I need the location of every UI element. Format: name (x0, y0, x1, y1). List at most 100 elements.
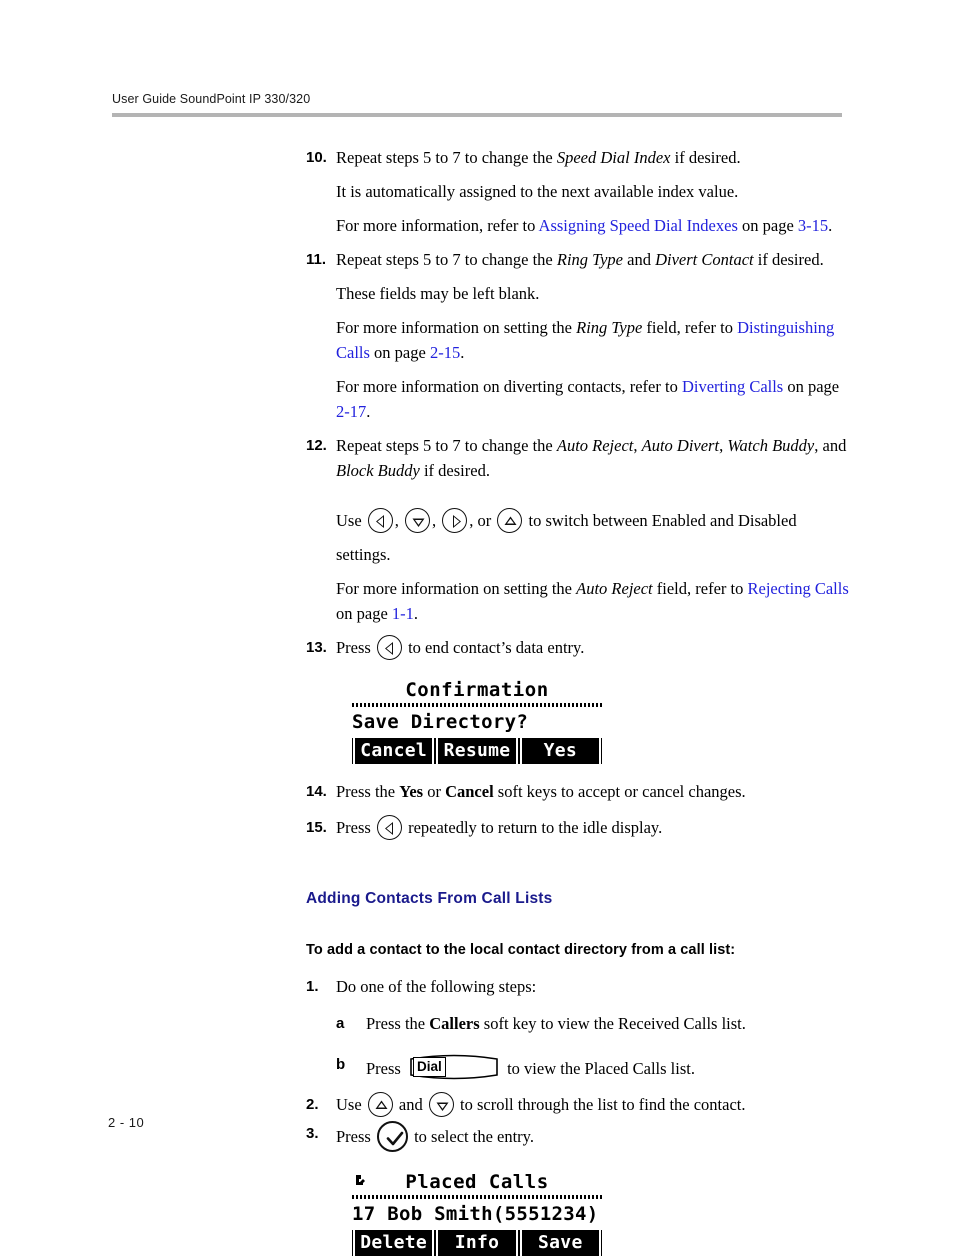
step-15: 15. Press repeatedly to return to the id… (0, 815, 954, 840)
dial-key[interactable]: Dial (408, 1052, 500, 1082)
arrow-left-key-icon[interactable] (376, 635, 402, 660)
step-12-term-block-buddy: Block Buddy (336, 461, 420, 480)
lcd-placed-calls-title-row: Placed Calls (352, 1169, 602, 1195)
step-12-use-tail: to switch between Enabled and Disabled (524, 511, 797, 530)
step-12-c1: , (633, 436, 642, 455)
softkey-yes[interactable]: Yes (519, 738, 601, 764)
arrow-left-key-icon[interactable] (376, 815, 402, 840)
step2-2-use-label: Use (336, 1095, 366, 1114)
step-12-comma-2: , (432, 511, 441, 530)
section-subheading: To add a contact to the local contact di… (306, 942, 736, 958)
step-14-a: Press the (336, 782, 400, 801)
step-12-number: 12. (306, 437, 327, 454)
link-page-2-17[interactable]: 2-17 (336, 402, 366, 421)
step2-1b-text: Press Dial to view the Placed Calls list… (366, 1052, 954, 1082)
arrow-down-key-icon[interactable] (428, 1092, 454, 1117)
step-12-use-row: Use , , , or to switch between Enabled a… (0, 508, 856, 533)
step-11: 11. Repeat steps 5 to 7 to change the Ri… (0, 247, 954, 272)
arrow-right-key-icon[interactable] (442, 508, 468, 533)
step-15-tail: repeatedly to return to the idle display… (403, 818, 663, 837)
step-10-number: 10. (306, 149, 327, 166)
step2-3-text: Press to select the entry. (336, 1121, 856, 1152)
step-13-tail: to end contact’s data entry. (403, 638, 585, 657)
step2-1b-letter: b (336, 1056, 346, 1073)
step2-2: 2. Use and to scroll through the list to… (0, 1092, 954, 1117)
step-10-ref-b: on page (737, 216, 798, 235)
step-10-text-b: if desired. (670, 148, 741, 167)
lcd-confirmation-title-row: Confirmation (352, 677, 602, 703)
step-10-reference: For more information, refer to Assigning… (0, 213, 856, 238)
lcd-placed-calls-separator (352, 1195, 602, 1199)
step-11-reference-ring-type: For more information on setting the Ring… (0, 315, 856, 365)
step2-1a-text: Press the Callers soft key to view the R… (366, 1011, 954, 1036)
lcd-confirmation-wrap: Confirmation Save Directory? Cancel Resu… (0, 677, 954, 764)
step-11-note: These fields may be left blank. (336, 284, 540, 303)
step2-1a: a Press the Callers soft key to view the… (0, 1011, 954, 1036)
lcd-confirmation-title: Confirmation (405, 679, 549, 701)
step-14-keyword-yes: Yes (399, 782, 424, 801)
step-11-text-a: Repeat steps 5 to 7 to change the (336, 250, 557, 269)
softkey-info[interactable]: Info (436, 1230, 518, 1256)
step-13: 13. Press to end contact’s data entry. (0, 635, 954, 660)
arrow-down-key-icon[interactable] (405, 508, 431, 533)
step-12-reference: For more information on setting the Auto… (0, 576, 856, 626)
arrow-left-key-icon[interactable] (367, 508, 393, 533)
handset-icon (354, 1173, 372, 1195)
step-15-number: 15. (306, 819, 327, 836)
arrow-up-key-icon[interactable] (497, 508, 523, 533)
step-12-ref-a: For more information on setting the (336, 579, 577, 598)
softkey-delete[interactable]: Delete (353, 1230, 435, 1256)
arrow-up-key-icon[interactable] (367, 1092, 393, 1117)
link-rejecting-calls[interactable]: Rejecting Calls (747, 579, 848, 598)
step-13-number: 13. (306, 639, 327, 656)
lcd-confirmation-separator (352, 703, 602, 707)
step-12-ref-d: . (413, 604, 419, 623)
step2-2-tail: to scroll through the list to find the c… (455, 1095, 746, 1114)
step-12-term-auto-divert: Auto Divert (641, 436, 720, 455)
lcd-placed-calls-title: Placed Calls (405, 1171, 549, 1193)
step-11-term-ring-type: Ring Type (556, 250, 623, 269)
step-10-note: It is automatically assigned to the next… (336, 182, 739, 201)
step2-1b-post: to view the Placed Calls list. (502, 1059, 695, 1078)
step-11-text: Repeat steps 5 to 7 to change the Ring T… (336, 247, 856, 272)
step-14-text: Press the Yes or Cancel soft keys to acc… (336, 779, 856, 804)
step-12: 12. Repeat steps 5 to 7 to change the Au… (0, 433, 954, 483)
step2-1b: b Press Dial to view the Placed Calls li… (0, 1052, 954, 1082)
step-12-c3: , and (814, 436, 847, 455)
page-footer: 2 - 10 (108, 1115, 145, 1130)
step-10: 10. Repeat steps 5 to 7 to change the Sp… (0, 145, 954, 170)
step-14-keyword-cancel: Cancel (445, 782, 494, 801)
step-10-term: Speed Dial Index (556, 148, 671, 167)
step2-1: 1. Do one of the following steps: (0, 974, 954, 999)
step2-1a-post: soft key to view the Received Calls list… (479, 1014, 746, 1033)
step2-1-text: Do one of the following steps: (336, 977, 537, 996)
softkey-resume[interactable]: Resume (436, 738, 518, 764)
step-12-text: Repeat steps 5 to 7 to change the Auto R… (336, 433, 856, 483)
step2-3-tail: to select the entry. (409, 1127, 534, 1146)
dial-key-label: Dial (412, 1057, 446, 1077)
step-14: 14. Press the Yes or Cancel soft keys to… (0, 779, 954, 804)
link-diverting-calls[interactable]: Diverting Calls (682, 377, 783, 396)
select-checkmark-key-icon[interactable] (376, 1121, 408, 1152)
lcd-placed-calls-wrap: Placed Calls 17 Bob Smith(5551234) Delet… (0, 1169, 954, 1256)
step-11-reference-diverting: For more information on diverting contac… (0, 374, 856, 424)
link-assigning-speed-dial-indexes[interactable]: Assigning Speed Dial Indexes (539, 216, 738, 235)
link-page-1-1[interactable]: 1-1 (392, 604, 414, 623)
softkey-cancel[interactable]: Cancel (353, 738, 435, 764)
step2-2-number: 2. (306, 1096, 319, 1113)
link-page-3-15[interactable]: 3-15 (798, 216, 828, 235)
lcd-confirmation-screen: Confirmation Save Directory? Cancel Resu… (352, 677, 602, 764)
step2-1b-pre: Press (366, 1059, 405, 1078)
step2-3-number: 3. (306, 1125, 319, 1142)
step2-1a-keyword-callers: Callers (429, 1014, 480, 1033)
link-page-2-15[interactable]: 2-15 (430, 343, 460, 362)
lcd-placed-calls-entry[interactable]: 17 Bob Smith(5551234) (352, 1201, 602, 1227)
step-12-text-b: if desired. (419, 461, 490, 480)
step-11-term-divert-contact: Divert Contact (655, 250, 754, 269)
step-14-mid: or (423, 782, 446, 801)
step-10-ref-c: . (828, 216, 833, 235)
softkey-save[interactable]: Save (519, 1230, 601, 1256)
header-divider (112, 113, 842, 117)
step-12-settings: settings. (336, 545, 391, 564)
step-11-ref-a: For more information on setting the (336, 318, 577, 337)
